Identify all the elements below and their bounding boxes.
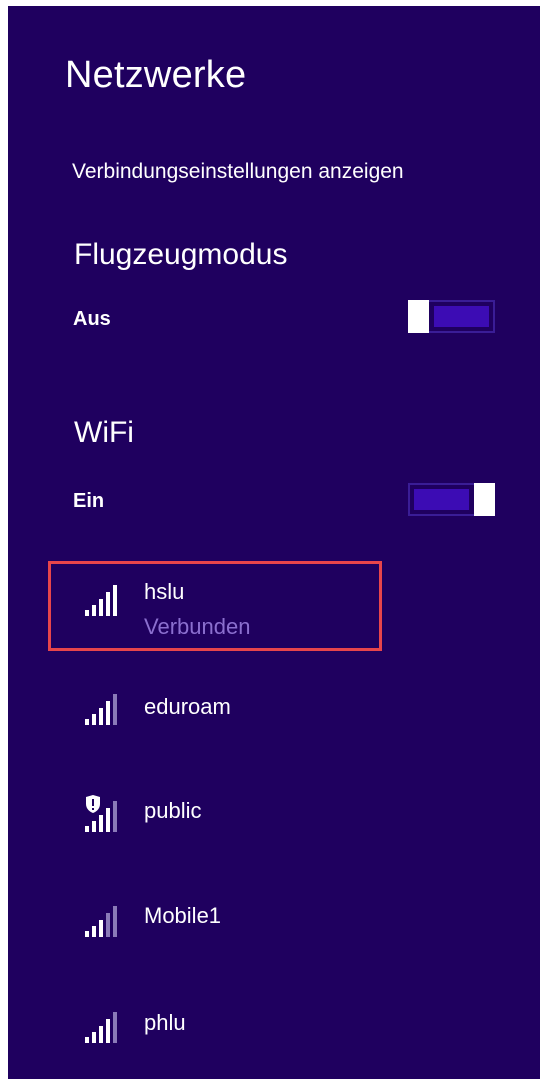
wifi-title: WiFi — [74, 416, 134, 449]
network-item-eduroam[interactable]: eduroam — [48, 673, 382, 763]
network-name: eduroam — [144, 694, 231, 719]
wifi-signal-icon — [85, 906, 117, 937]
wifi-toggle-knob — [474, 483, 495, 516]
wifi-toggle[interactable] — [408, 483, 495, 516]
network-item-public[interactable]: public — [48, 778, 382, 868]
airplane-mode-title: Flugzeugmodus — [74, 238, 288, 271]
network-item-hslu[interactable]: hslu Verbunden — [48, 561, 382, 651]
wifi-state-label: Ein — [73, 490, 105, 512]
network-item-mobile1[interactable]: Mobile1 — [48, 883, 382, 973]
networks-panel: Netzwerke Verbindungseinstellungen anzei… — [8, 6, 540, 1079]
wifi-signal-icon — [85, 694, 117, 725]
network-name: phlu — [144, 1010, 186, 1035]
wifi-signal-full-icon — [85, 585, 117, 616]
wifi-signal-icon — [85, 1012, 117, 1043]
airplane-mode-toggle-knob — [408, 300, 429, 333]
network-name: Mobile1 — [144, 903, 222, 928]
airplane-mode-state-label: Aus — [73, 308, 111, 330]
airplane-mode-toggle[interactable] — [408, 300, 495, 333]
network-status: Verbunden — [144, 614, 251, 639]
network-item-phlu[interactable]: phlu — [48, 991, 382, 1079]
wifi-toggle-track — [414, 489, 469, 510]
wifi-signal-shield-icon — [85, 795, 117, 832]
airplane-mode-toggle-track — [434, 306, 489, 327]
connection-settings-link[interactable]: Verbindungseinstellungen anzeigen — [72, 161, 404, 182]
page-title: Netzwerke — [65, 54, 247, 96]
network-name: hslu — [144, 579, 185, 604]
network-name: public — [144, 798, 202, 823]
